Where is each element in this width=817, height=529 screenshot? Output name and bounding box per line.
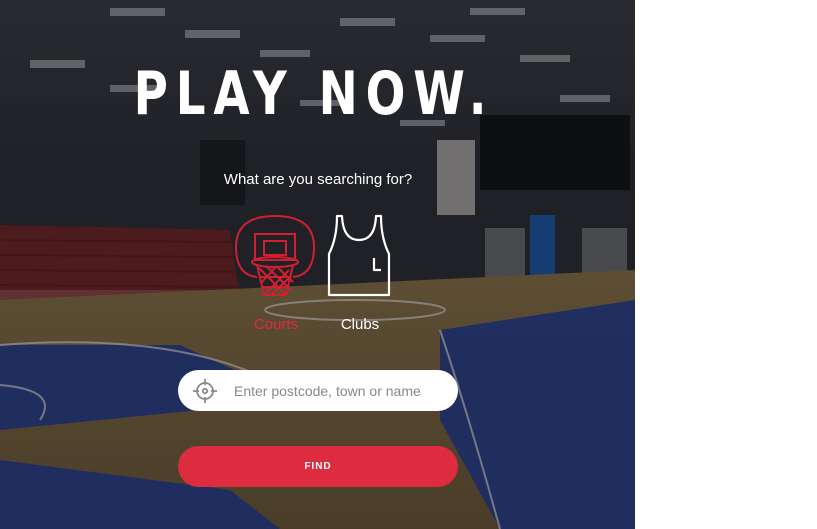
jersey-icon — [327, 214, 391, 297]
courts-option[interactable]: Courts — [231, 210, 321, 340]
search-prompt: What are you searching for? — [223, 171, 413, 188]
crosshair-location-icon[interactable] — [192, 378, 218, 404]
basketball-hoop-icon — [235, 214, 316, 296]
location-search-box[interactable] — [178, 370, 458, 411]
courts-label: Courts — [253, 316, 299, 333]
clubs-label: Clubs — [340, 316, 380, 333]
hero-panel: PLAY NOW. What are you searching for? Co… — [0, 0, 635, 529]
find-button[interactable]: FIND — [178, 446, 458, 487]
page-title: PLAY NOW. — [133, 59, 495, 129]
search-input[interactable] — [234, 370, 448, 411]
clubs-option[interactable]: Clubs — [315, 210, 405, 340]
